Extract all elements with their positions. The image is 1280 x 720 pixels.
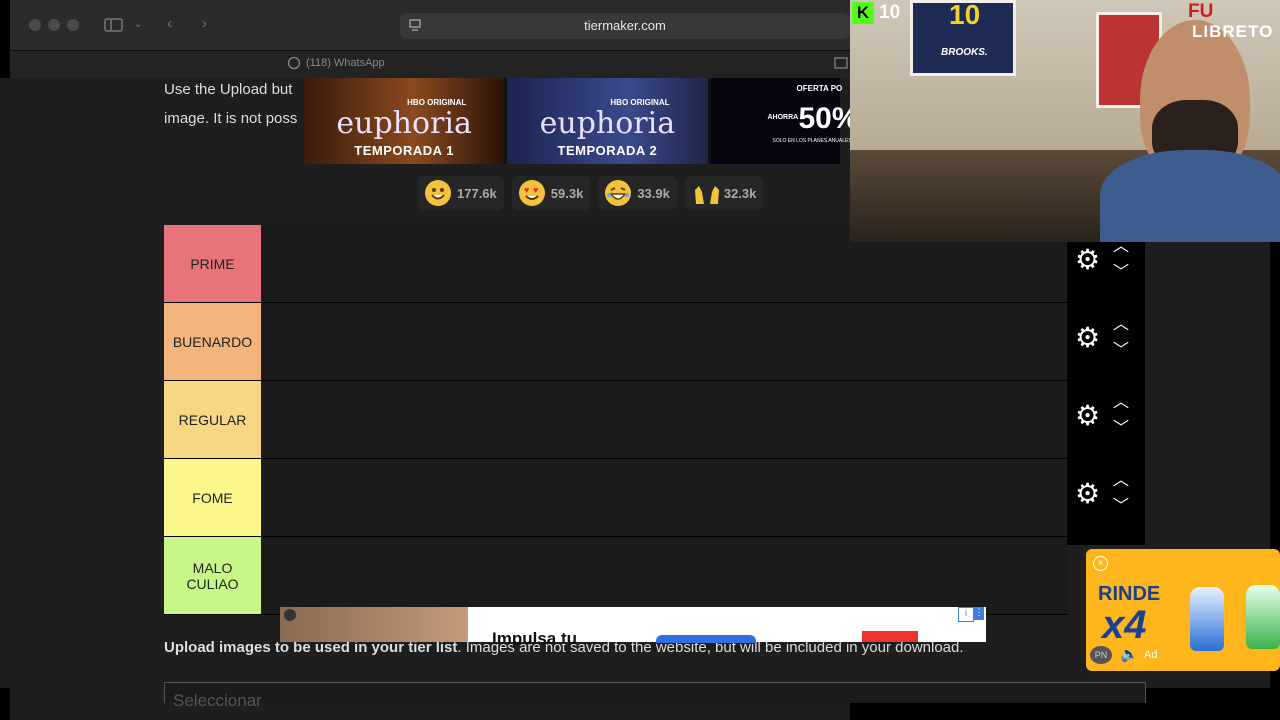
- laughing-emoji-icon: [605, 180, 632, 206]
- reaction-laughing[interactable]: 33.9k: [598, 176, 677, 210]
- svg-text:♥: ♥: [524, 185, 529, 195]
- speaker-icon[interactable]: 🔈: [1120, 645, 1139, 663]
- tier-label[interactable]: MALO CULIAO: [164, 537, 261, 614]
- tier-controls: ⚙ ︿ ﹀ ⚙ ︿ ﹀ ⚙ ︿ ﹀ ⚙ ︿ ﹀: [1067, 225, 1145, 545]
- detergent-bottle: [1190, 587, 1224, 651]
- channel-logo-bottom: LIBRETO: [1192, 22, 1274, 41]
- ad-privacy-icon[interactable]: [284, 609, 296, 621]
- ad-info-icon[interactable]: i: [958, 607, 974, 622]
- ad-panel-season-1[interactable]: HBO ORIGINAL euphoria TEMPORADA 1: [304, 78, 505, 164]
- chevron-down-icon[interactable]: ⌄: [134, 17, 142, 33]
- ad-menu-icon[interactable]: ⋮: [974, 607, 984, 620]
- tier-row: REGULAR: [164, 381, 1068, 459]
- bottom-ad-text: Impulsa tu: [492, 629, 578, 648]
- chevron-up-icon[interactable]: ︿: [1113, 473, 1129, 489]
- forward-icon[interactable]: ›: [202, 16, 207, 32]
- side-ad-line2: x4: [1102, 603, 1147, 647]
- reader-icon[interactable]: [834, 56, 848, 74]
- whatsapp-icon: [287, 56, 301, 74]
- gear-icon[interactable]: ⚙: [1075, 323, 1100, 353]
- upload-box: Seleccionar: [164, 682, 1146, 710]
- tier-row: FOME: [164, 459, 1068, 537]
- intro-text-line2: image. It is not poss: [164, 110, 298, 127]
- close-ad-icon[interactable]: ×: [1093, 556, 1108, 571]
- close-window-button[interactable]: [29, 19, 41, 31]
- reaction-heart-eyes[interactable]: ♥ ♥ 59.3k: [511, 176, 591, 210]
- svg-text:♥: ♥: [533, 185, 538, 195]
- intro-text-line1: Use the Upload but: [164, 81, 293, 98]
- side-ad-badge: PN: [1090, 646, 1112, 664]
- ad-brand: euphoria: [539, 106, 676, 141]
- bottom-ad-image: [280, 607, 468, 642]
- reaction-bar: 177.6k ♥ ♥ 59.3k 33.9k 32.3k: [418, 176, 764, 210]
- smile-emoji-icon: [425, 180, 451, 206]
- kick-viewer-count: 10: [879, 2, 901, 23]
- minimize-window-button[interactable]: [48, 19, 60, 31]
- side-ad[interactable]: × RINDE x4 PN 🔈 Ad: [1086, 549, 1280, 671]
- gear-icon[interactable]: ⚙: [1075, 479, 1100, 509]
- streamer-webcam: 10 BROOKS. K 10 FU LIBRETO: [850, 0, 1280, 242]
- chevron-down-icon[interactable]: ﹀: [1113, 499, 1129, 515]
- tier-row: MALO CULIAO: [164, 537, 1068, 615]
- tier-control-group: ⚙ ︿ ﹀: [1067, 455, 1145, 533]
- tab-bar: (118) WhatsApp: [10, 50, 850, 79]
- reaction-count: 32.3k: [723, 185, 757, 201]
- select-files-button[interactable]: Seleccionar: [173, 691, 262, 711]
- ad-panel-season-2[interactable]: HBO ORIGINAL euphoria TEMPORADA 2: [507, 78, 708, 164]
- zoom-window-button[interactable]: [67, 19, 79, 31]
- ad-offer-prefix: AHORRA: [767, 114, 799, 121]
- ad-season: TEMPORADA 2: [557, 143, 658, 158]
- tier-control-group: ⚙ ︿ ﹀: [1067, 299, 1145, 377]
- adobe-logo-icon: [862, 631, 918, 642]
- tier-row: BUENARDO: [164, 303, 1068, 381]
- address-bar[interactable]: tiermaker.com: [400, 13, 850, 39]
- tab-whatsapp[interactable]: (118) WhatsApp: [306, 57, 385, 69]
- heart-eyes-emoji-icon: ♥ ♥: [518, 180, 545, 206]
- reaction-smile[interactable]: 177.6k: [418, 176, 504, 210]
- framed-jersey: 10 BROOKS.: [910, 0, 1016, 76]
- ad-season: TEMPORADA 1: [354, 143, 454, 158]
- ad-offer-panel[interactable]: OFERTA PO AHORRA 50% SOLO EN LOS PLANES …: [710, 78, 859, 164]
- gear-icon[interactable]: ⚙: [1075, 245, 1100, 275]
- kick-logo-icon: K: [852, 2, 874, 24]
- url-text: tiermaker.com: [584, 18, 666, 33]
- ad-offer-footer: SOLO EN LOS PLANES ANUALES: [772, 138, 852, 144]
- chevron-up-icon[interactable]: ︿: [1113, 317, 1129, 333]
- ad-brand: euphoria: [336, 106, 472, 141]
- chevron-down-icon[interactable]: ﹀: [1113, 265, 1129, 281]
- tier-drop-area[interactable]: [261, 537, 1068, 614]
- back-icon[interactable]: ‹: [167, 16, 172, 32]
- streamer-shirt: [1100, 150, 1280, 242]
- chevron-down-icon[interactable]: ﹀: [1113, 343, 1129, 359]
- hbo-ad-banner[interactable]: HBO ORIGINAL euphoria TEMPORADA 1 HBO OR…: [304, 78, 859, 164]
- reaction-count: 33.9k: [637, 185, 670, 201]
- gear-icon[interactable]: ⚙: [1075, 401, 1100, 431]
- tier-label[interactable]: BUENARDO: [164, 303, 261, 380]
- tier-label[interactable]: PRIME: [164, 225, 261, 302]
- raised-hands-emoji-icon: [692, 180, 719, 206]
- tier-control-group: ⚙ ︿ ﹀: [1067, 377, 1145, 455]
- detergent-bottle-2: [1246, 585, 1280, 649]
- jersey-number: 10: [949, 0, 981, 30]
- tier-list: PRIME BUENARDO REGULAR FOME MALO CULIAO: [164, 225, 1068, 615]
- jersey-sponsor: BROOKS.: [941, 47, 988, 58]
- sidebar-toggle-icon[interactable]: [104, 17, 124, 37]
- reaction-count: 59.3k: [550, 185, 584, 201]
- tier-drop-area[interactable]: [261, 459, 1068, 536]
- tier-label[interactable]: FOME: [164, 459, 261, 536]
- tier-drop-area[interactable]: [261, 303, 1068, 380]
- chevron-up-icon[interactable]: ︿: [1113, 395, 1129, 411]
- chevron-down-icon[interactable]: ﹀: [1113, 421, 1129, 437]
- side-ad-label: Ad: [1144, 649, 1158, 661]
- reaction-count: 177.6k: [457, 185, 497, 201]
- reaction-raised-hands[interactable]: 32.3k: [684, 176, 764, 210]
- browser-titlebar: ⌄ ‹ › tiermaker.com: [10, 0, 850, 50]
- tier-drop-area[interactable]: [261, 381, 1068, 458]
- channel-logo-top: FU: [1188, 1, 1214, 22]
- bottom-ad[interactable]: Impulsa tu i ⋮: [280, 607, 986, 648]
- ad-offer-header: OFERTA PO: [796, 84, 843, 93]
- tier-label[interactable]: REGULAR: [164, 381, 261, 458]
- bottom-ad-cta[interactable]: [656, 635, 756, 643]
